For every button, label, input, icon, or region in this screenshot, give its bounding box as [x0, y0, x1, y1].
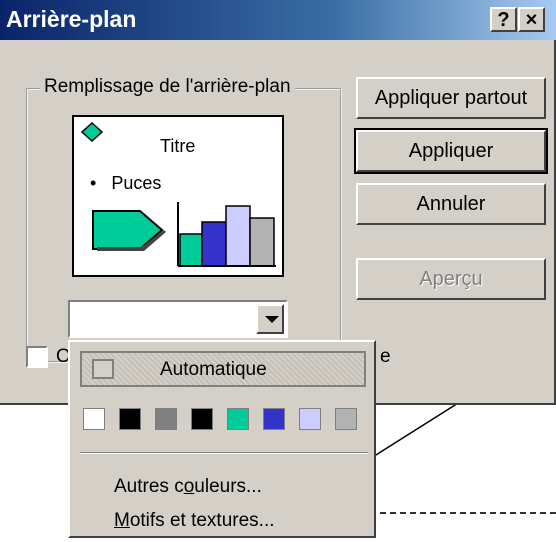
color-swatch-white[interactable] [83, 408, 105, 430]
patterns-textures-item[interactable]: Motifs et textures... [114, 510, 275, 532]
preview-title: Titre [160, 136, 196, 156]
color-swatch-blue[interactable] [263, 408, 285, 430]
omit-graphics-checkbox[interactable] [26, 346, 48, 368]
automatic-label: Automatique [160, 359, 267, 380]
color-swatch-gray[interactable] [155, 408, 177, 430]
apply-all-button[interactable]: Appliquer partout [356, 77, 546, 119]
color-swatch-black[interactable] [119, 408, 141, 430]
fill-color-combo[interactable] [68, 300, 288, 338]
more-colors-prefix: Autres c [114, 476, 184, 497]
color-swatch-green[interactable] [227, 408, 249, 430]
close-button[interactable]: × [518, 7, 545, 32]
more-colors-suffix: uleurs... [194, 476, 262, 497]
diamond-icon [80, 122, 104, 142]
preview-bullet-text: Puces [111, 173, 162, 193]
color-swatch-lavender[interactable] [299, 408, 321, 430]
slide-border-dotted [370, 512, 556, 514]
color-swatch-black-2[interactable] [191, 408, 213, 430]
arrow-shape-icon [92, 210, 166, 251]
fill-group-label: Remplissage de l'arrière-plan [40, 76, 295, 98]
more-colors-item[interactable]: Autres couleurs... [114, 476, 262, 498]
patterns-suffix: otifs et textures... [129, 510, 275, 531]
dropdown-separator [80, 452, 368, 454]
window-title: Arrière-plan [6, 6, 137, 32]
color-swatch-light-gray[interactable] [335, 408, 357, 430]
apply-button[interactable]: Appliquer [354, 128, 548, 174]
bullet-marker: • [90, 173, 97, 193]
chevron-down-icon[interactable] [256, 304, 284, 334]
help-button[interactable]: ? [490, 7, 517, 32]
bar-chart-icon [177, 202, 276, 267]
preview-bullet-line: • Puces [90, 173, 161, 194]
patterns-accel: M [114, 510, 130, 531]
preview-button[interactable]: Aperçu [356, 258, 546, 300]
cancel-button[interactable]: Annuler [356, 183, 546, 225]
more-colors-accel: o [183, 476, 195, 497]
automatic-swatch [92, 359, 114, 379]
checkbox-label-end: e [380, 346, 391, 367]
